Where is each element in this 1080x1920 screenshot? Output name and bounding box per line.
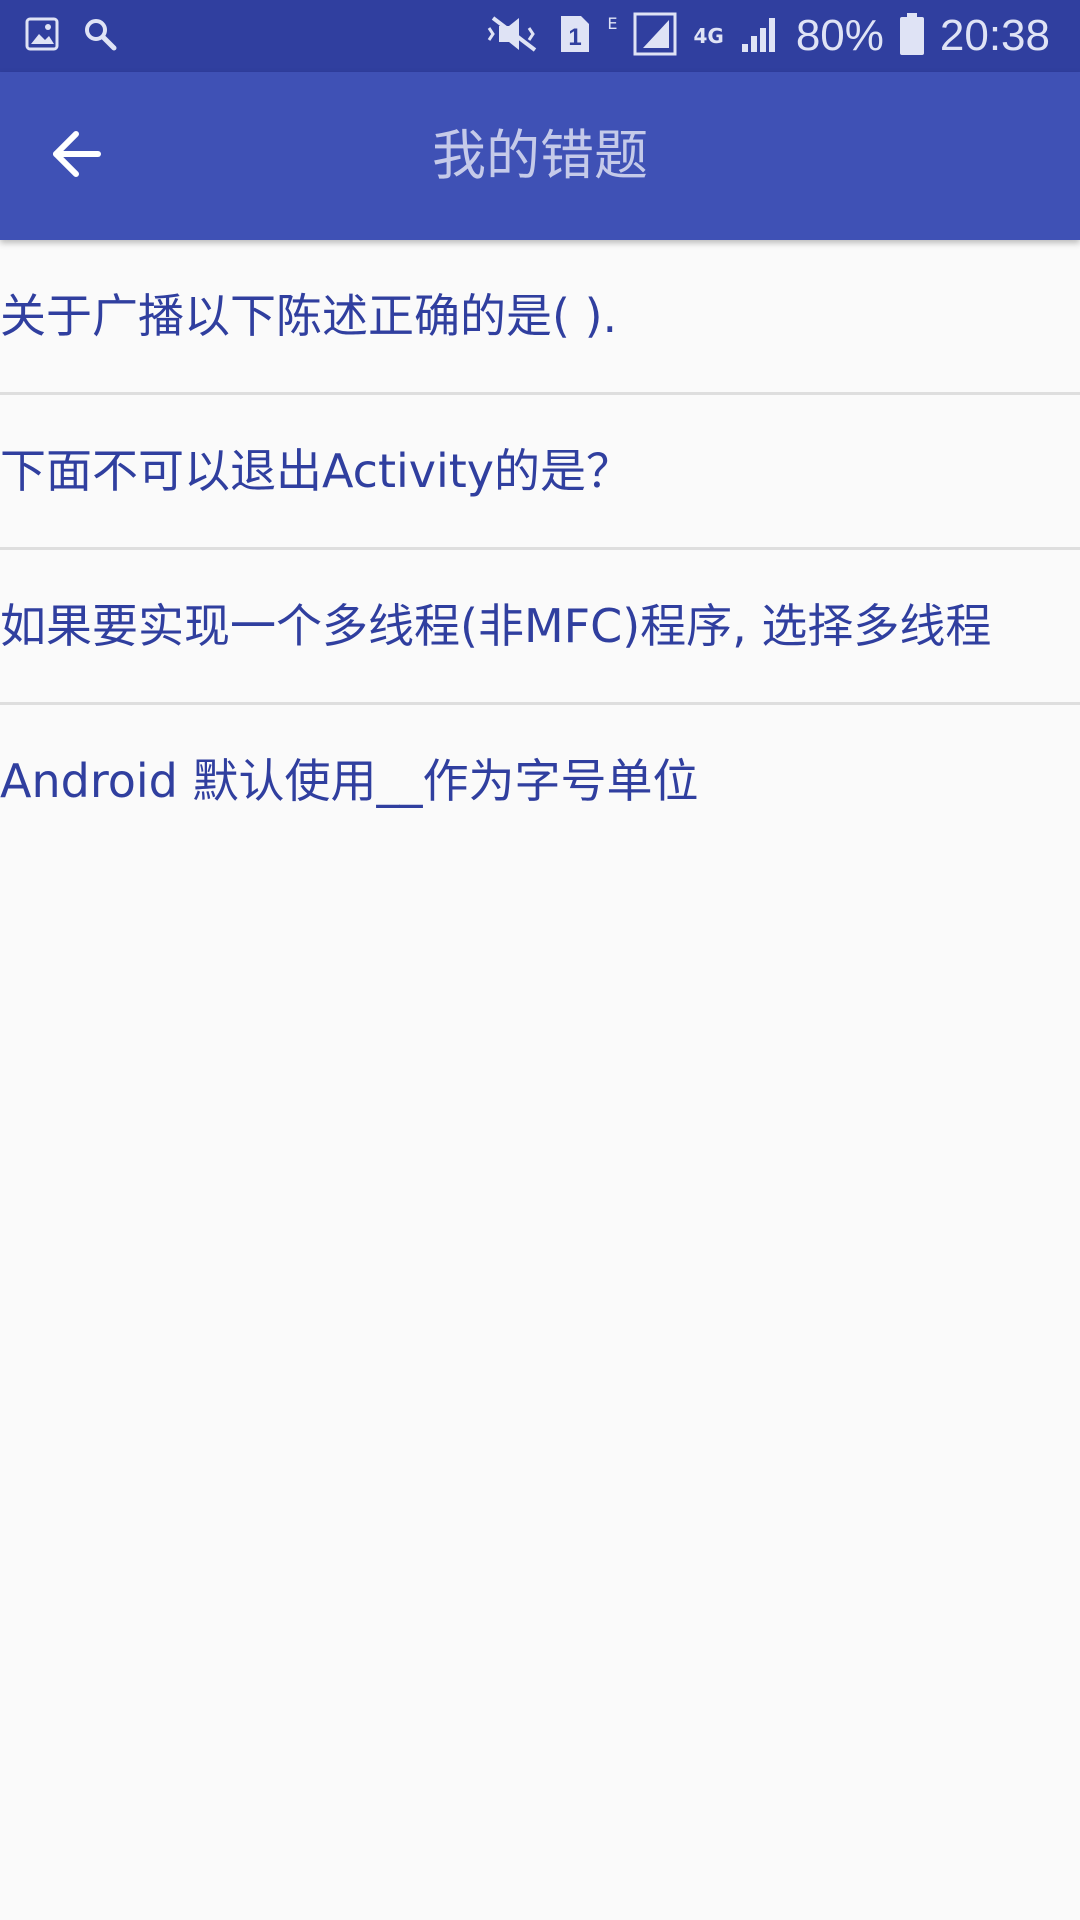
gallery-icon — [24, 16, 60, 56]
battery-percent: 80% — [795, 11, 884, 60]
battery-icon — [899, 13, 924, 59]
sim-card-icon: 1 — [559, 14, 591, 58]
signal-icon-sim2 — [740, 14, 780, 58]
wrong-questions-list: 关于广播以下陈述正确的是( ). 下面不可以退出Activity的是？ 如果要实… — [0, 240, 1080, 857]
list-item[interactable]: 如果要实现一个多线程(非MFC)程序, 选择多线程 — [0, 550, 1080, 702]
back-button[interactable] — [36, 116, 116, 196]
search-icon — [82, 16, 118, 56]
list-item[interactable]: Android 默认使用__作为字号单位 — [0, 705, 1080, 857]
status-left-icons — [24, 14, 118, 58]
sim-label: 1 — [569, 24, 582, 51]
status-right-icons: 1 E 4G 80% 20:38 — [485, 0, 1050, 72]
app-bar: 我的错题 — [0, 72, 1080, 240]
mute-icon — [485, 14, 543, 58]
status-bar: 1 E 4G 80% 20:38 — [0, 0, 1080, 72]
page-title: 我的错题 — [432, 124, 648, 187]
question-text: 关于广播以下陈述正确的是( ). — [0, 289, 618, 343]
question-text: Android 默认使用__作为字号单位 — [0, 754, 699, 808]
list-item[interactable]: 关于广播以下陈述正确的是( ). — [0, 240, 1080, 392]
question-text: 如果要实现一个多线程(非MFC)程序, 选择多线程 — [0, 599, 992, 653]
network-type-4g: 4G — [693, 24, 724, 48]
question-text: 下面不可以退出Activity的是？ — [0, 444, 633, 498]
list-item[interactable]: 下面不可以退出Activity的是？ — [0, 395, 1080, 547]
signal-icon-sim1 — [633, 12, 677, 60]
arrow-back-icon — [48, 126, 104, 186]
clock: 20:38 — [939, 11, 1050, 60]
network-type-e: E — [607, 14, 618, 33]
